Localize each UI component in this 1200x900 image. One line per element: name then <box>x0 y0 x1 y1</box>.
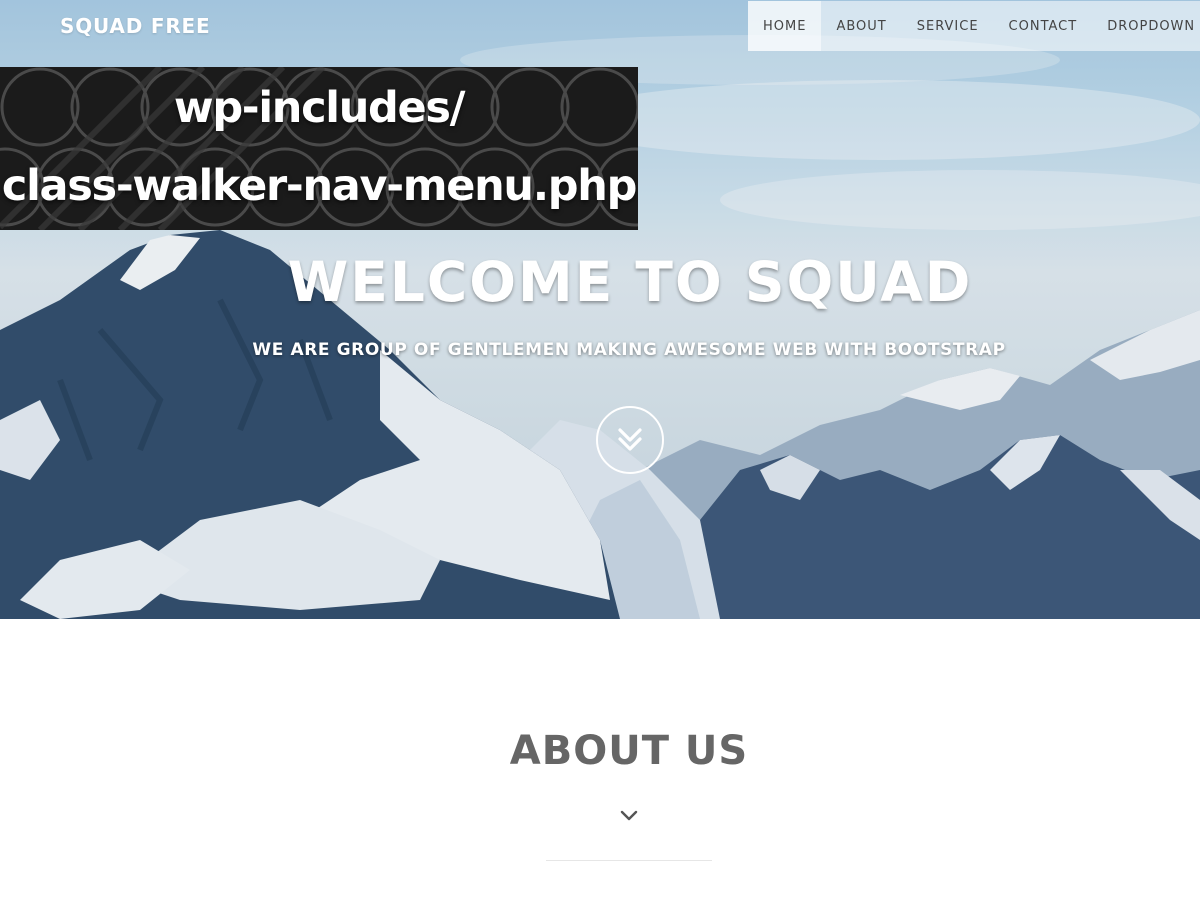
scroll-down-button[interactable] <box>596 406 664 474</box>
nav-item-label: HOME <box>763 18 807 34</box>
banner-line-2: class-walker-nav-menu.php <box>1 161 637 211</box>
nav-item-about[interactable]: ABOUT <box>821 1 901 51</box>
brand-logo[interactable]: SQUAD FREE <box>60 14 210 38</box>
hero-title: WELCOME TO SQUAD <box>287 250 973 314</box>
top-navbar: SQUAD FREE HOME ABOUT SERVICE CONTACT DR… <box>0 0 1200 51</box>
hero-subtitle: WE ARE GROUP OF GENTLEMEN MAKING AWESOME… <box>252 340 1006 360</box>
banner-line-1: wp-includes/ <box>173 83 465 133</box>
nav-item-label: CONTACT <box>1008 18 1078 34</box>
nav-item-label: DROPDOWN <box>1107 18 1196 34</box>
nav-item-home[interactable]: HOME <box>748 1 822 51</box>
nav-item-label: ABOUT <box>836 18 887 34</box>
nav-item-dropdown[interactable]: DROPDOWN <box>1092 1 1200 51</box>
chevron-down-icon <box>620 810 638 821</box>
double-chevron-down-icon <box>618 428 642 451</box>
nav-item-service[interactable]: SERVICE <box>902 1 994 51</box>
nav-item-label: SERVICE <box>916 18 979 34</box>
section-divider <box>546 860 712 861</box>
nav-item-contact[interactable]: CONTACT <box>994 1 1093 51</box>
file-path-banner: wp-includes/ class-walker-nav-menu.php <box>0 67 638 230</box>
about-title: ABOUT US <box>509 728 749 774</box>
nav-menu: HOME ABOUT SERVICE CONTACT DROPDOWN <box>748 1 1200 51</box>
